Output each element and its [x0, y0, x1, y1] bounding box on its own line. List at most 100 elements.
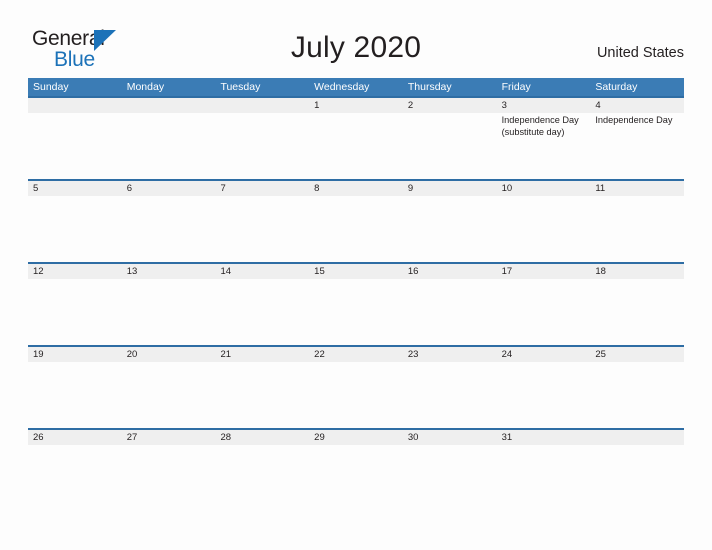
day-cell-26[interactable]: [28, 445, 122, 511]
day-number-1[interactable]: 1: [309, 98, 403, 113]
day-number-24[interactable]: 24: [497, 347, 591, 362]
week-date-band: 1234: [28, 96, 684, 113]
day-number-18[interactable]: 18: [590, 264, 684, 279]
day-cell-empty: [28, 113, 122, 179]
day-number-empty: [122, 98, 216, 113]
day-number-5[interactable]: 5: [28, 181, 122, 196]
day-cell-10[interactable]: [497, 196, 591, 262]
day-number-empty: [28, 98, 122, 113]
week-event-band: [28, 445, 684, 511]
day-cell-11[interactable]: [590, 196, 684, 262]
day-cell-31[interactable]: [497, 445, 591, 511]
logo-text-blue: Blue: [54, 48, 95, 71]
day-cell-17[interactable]: [497, 279, 591, 345]
day-cell-24[interactable]: [497, 362, 591, 428]
day-cell-4[interactable]: Independence Day: [590, 113, 684, 179]
week-date-band: 5 6 7 8 9 10 11: [28, 179, 684, 196]
day-number-31[interactable]: 31: [497, 430, 591, 445]
day-number-13[interactable]: 13: [122, 264, 216, 279]
page-title: July 2020: [290, 31, 422, 64]
region-label: United States: [596, 45, 684, 61]
day-cell-5[interactable]: [28, 196, 122, 262]
weekday-header-tuesday: Tuesday: [220, 81, 261, 93]
day-cell-13[interactable]: [122, 279, 216, 345]
calendar-week-row: 1 2 3 4 Independence Day (substitute day) Ind…: [28, 96, 684, 179]
day-number-14[interactable]: 14: [215, 264, 309, 279]
day-cell-18[interactable]: [590, 279, 684, 345]
weekday-header-saturday: Saturday: [595, 81, 638, 93]
day-cell-empty: [215, 113, 309, 179]
day-number-12[interactable]: 12: [28, 264, 122, 279]
day-cell-22[interactable]: [309, 362, 403, 428]
day-cell-30[interactable]: [403, 445, 497, 511]
day-cell-14[interactable]: [215, 279, 309, 345]
day-cell-7[interactable]: [215, 196, 309, 262]
day-number-26[interactable]: 26: [28, 430, 122, 445]
weekday-header-sunday: Sunday: [33, 81, 69, 93]
day-cell-27[interactable]: [122, 445, 216, 511]
day-cell-19[interactable]: [28, 362, 122, 428]
week-event-band: [28, 196, 684, 262]
calendar-week-row: 5 6 7 8 9 10 11: [28, 179, 684, 262]
day-number-6[interactable]: 6: [122, 181, 216, 196]
day-cell-20[interactable]: [122, 362, 216, 428]
day-cell-6[interactable]: [122, 196, 216, 262]
calendar-grid: Sunday Monday Tuesday Wednesday Thursday Frid…: [28, 78, 684, 511]
page-header: General Blue July 2020 United States: [0, 0, 712, 76]
holiday-label: Independence Day: [595, 115, 673, 125]
day-number-21[interactable]: 21: [215, 347, 309, 362]
day-number-2[interactable]: 2: [403, 98, 497, 113]
calendar-weeks: 1 2 3 4 Independence Day (substitute day) Ind…: [28, 96, 684, 511]
day-number-17[interactable]: 17: [497, 264, 591, 279]
day-number-10[interactable]: 10: [497, 181, 591, 196]
day-cell-1[interactable]: [309, 113, 403, 179]
week-date-band: 26 27 28 29 30 31: [28, 428, 684, 445]
day-number-empty: [590, 430, 684, 445]
week-date-band: 19 20 21 22 23 24 25: [28, 345, 684, 362]
day-number-22[interactable]: 22: [309, 347, 403, 362]
day-cell-12[interactable]: [28, 279, 122, 345]
day-number-19[interactable]: 19: [28, 347, 122, 362]
weekday-header-monday: Monday: [126, 81, 165, 93]
weekday-header-row: Sunday Monday Tuesday Wednesday Thursday Frid…: [28, 78, 684, 96]
day-number-27[interactable]: 27: [122, 430, 216, 445]
day-number-20[interactable]: 20: [122, 347, 216, 362]
day-number-9[interactable]: 9: [403, 181, 497, 196]
day-cell-empty: [590, 445, 684, 511]
weekday-header-friday: Friday: [501, 81, 531, 93]
day-cell-2[interactable]: [403, 113, 497, 179]
day-number-15[interactable]: 15: [309, 264, 403, 279]
day-cell-8[interactable]: [309, 196, 403, 262]
day-number-16[interactable]: 16: [403, 264, 497, 279]
day-cell-29[interactable]: [309, 445, 403, 511]
general-blue-logo[interactable]: General Blue: [32, 28, 142, 74]
day-cell-25[interactable]: [590, 362, 684, 428]
day-number-11[interactable]: 11: [590, 181, 684, 196]
weekday-header-wednesday: Wednesday: [314, 81, 370, 93]
day-number-3[interactable]: 3: [497, 98, 591, 113]
day-number-25[interactable]: 25: [590, 347, 684, 362]
day-cell-28[interactable]: [215, 445, 309, 511]
day-number-8[interactable]: 8: [309, 181, 403, 196]
calendar-week-row: 19 20 21 22 23 24 25: [28, 345, 684, 428]
day-number-7[interactable]: 7: [215, 181, 309, 196]
day-cell-15[interactable]: [309, 279, 403, 345]
calendar-page: General Blue July 2020 United States Sun…: [0, 0, 712, 550]
day-number-4[interactable]: 4: [590, 98, 684, 113]
day-cell-empty: [122, 113, 216, 179]
day-number-30[interactable]: 30: [403, 430, 497, 445]
day-cell-23[interactable]: [403, 362, 497, 428]
day-cell-16[interactable]: [403, 279, 497, 345]
week-event-band: Independence Day (substitute day) Indepen…: [28, 113, 684, 179]
week-date-band: 12 13 14 15 16 17 18: [28, 262, 684, 279]
day-cell-3[interactable]: Independence Day (substitute day): [497, 113, 591, 179]
blue-triangle-flag-icon: [94, 30, 116, 51]
week-event-band: [28, 279, 684, 345]
day-number-29[interactable]: 29: [309, 430, 403, 445]
holiday-label: Independence Day (substitute day): [501, 115, 579, 137]
day-number-28[interactable]: 28: [215, 430, 309, 445]
day-cell-9[interactable]: [403, 196, 497, 262]
day-number-23[interactable]: 23: [403, 347, 497, 362]
day-cell-21[interactable]: [215, 362, 309, 428]
weekday-header-thursday: Thursday: [407, 81, 452, 93]
